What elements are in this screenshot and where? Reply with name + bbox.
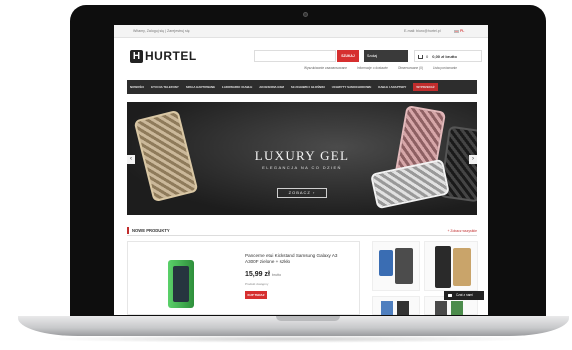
chat-icon <box>448 293 452 297</box>
product-thumbnail[interactable] <box>424 241 478 291</box>
delivery-info-link[interactable]: Informacje o dostawie <box>357 66 388 70</box>
nav-item-chargers[interactable]: ŁADOWARKI I KABLE <box>222 85 252 89</box>
nav-item-holders[interactable]: UCHWYTY SAMOCHODOWE <box>332 85 371 89</box>
featured-product[interactable]: Pancerne etui Kickstand Samsung Galaxy A… <box>127 241 360 315</box>
slider-next-icon[interactable]: › <box>469 155 477 164</box>
slider-prev-icon[interactable]: ‹ <box>127 155 135 164</box>
product-thumbnail[interactable] <box>372 296 420 315</box>
search-button[interactable]: SZUKAJ <box>337 50 359 62</box>
contact-email[interactable]: E-mail: biuro@hurtel.pl <box>404 29 441 33</box>
webcam-icon <box>303 12 308 17</box>
thumb-phone <box>451 301 463 315</box>
cart-total: 0,00 zł brutto <box>432 54 457 59</box>
language-selector[interactable]: PL <box>454 29 464 33</box>
nav-item-sale[interactable]: WYPRZEDAŻ <box>413 83 438 91</box>
laptop-shadow <box>40 335 540 343</box>
thumb-phone <box>379 250 393 276</box>
product-name[interactable]: Pancerne etui Kickstand Samsung Galaxy A… <box>245 253 345 265</box>
nav-item-cases[interactable]: ETUI NA TELEFONY <box>151 85 179 89</box>
site-logo[interactable]: H HURTEL <box>130 49 197 63</box>
thumb-phone <box>453 248 471 286</box>
logo-mark-icon: H <box>130 49 143 63</box>
thumb-phone <box>395 248 413 284</box>
laptop-base <box>18 316 569 336</box>
hero-cta-button[interactable]: ZOBACZ › <box>277 188 327 198</box>
top-bar: Witamy, Zaloguj się | Zarejestruj się E-… <box>114 25 488 38</box>
header-sublinks: Wyszukiwanie zaawansowane Informacje o d… <box>304 66 466 70</box>
flag-icon <box>454 29 459 33</box>
product-thumbnail[interactable] <box>372 241 420 291</box>
new-products-header: NOWE PRODUKTY + Zobacz wszystkie <box>127 226 477 236</box>
product-price: 15,99 zł brutto <box>245 271 281 278</box>
see-all-link[interactable]: + Zobacz wszystkie <box>448 229 478 233</box>
nav-item-accessories[interactable]: AKCESORIA GSM <box>259 85 284 89</box>
compare-link[interactable]: Lista porównanie <box>433 66 457 70</box>
laptop-notch <box>276 316 340 321</box>
watched-link[interactable]: Obserwowane (0) <box>398 66 423 70</box>
nav-item-cables[interactable]: KABLE I ADAPTERY <box>378 85 406 89</box>
product-availability: Produkt dostępny <box>245 282 269 286</box>
thumb-phone <box>381 301 393 315</box>
account-links[interactable]: Witamy, Zaloguj się | Zarejestruj się <box>133 29 190 33</box>
logo-text: HURTEL <box>145 49 197 63</box>
category-select[interactable]: Szukaj <box>364 50 408 62</box>
section-title: NOWE PRODUKTY <box>132 228 170 233</box>
nav-item-audio[interactable]: SŁUCHAWKI I GŁOŚNIKI <box>291 85 325 89</box>
buy-button[interactable]: KUP TERAZ <box>245 291 267 299</box>
cart-widget[interactable]: 0 0,00 zł brutto <box>414 50 482 62</box>
search-input[interactable] <box>254 50 336 62</box>
product-thumbnails <box>372 241 480 315</box>
language-label: PL <box>460 29 465 33</box>
nav-item-glass[interactable]: SZKŁA HARTOWANE <box>186 85 215 89</box>
thumb-phone <box>397 301 409 315</box>
main-nav: NOWOŚCI ETUI NA TELEFONY SZKŁA HARTOWANE… <box>127 80 477 94</box>
hero-banner[interactable]: LUXURY GEL ELEGANCJA NA CO DZIEŃ ZOBACZ … <box>127 102 477 215</box>
hero-title: LUXURY GEL <box>254 148 350 163</box>
cart-count: 0 <box>426 54 429 59</box>
chat-label: Czat z nami <box>456 293 473 297</box>
chat-widget[interactable]: Czat z nami <box>444 291 484 300</box>
section-accent <box>127 227 129 234</box>
hero-subtitle: ELEGANCJA NA CO DZIEŃ <box>262 165 342 170</box>
thumb-phone <box>435 301 447 315</box>
cart-icon <box>418 54 423 59</box>
screen: Witamy, Zaloguj się | Zarejestruj się E-… <box>114 25 488 315</box>
price-value: 15,99 zł <box>245 271 270 278</box>
thumb-phone <box>435 246 451 288</box>
product-image[interactable] <box>168 260 194 308</box>
nav-item-new[interactable]: NOWOŚCI <box>130 85 144 89</box>
advanced-search-link[interactable]: Wyszukiwanie zaawansowane <box>304 66 347 70</box>
price-suffix: brutto <box>271 273 282 277</box>
